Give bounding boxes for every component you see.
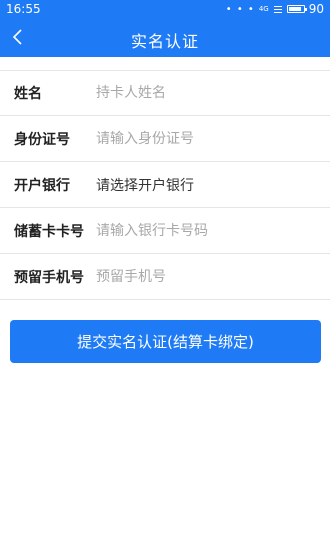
network-type: 4G bbox=[258, 5, 269, 13]
id-number-label: 身份证号 bbox=[14, 131, 70, 148]
card-number-input[interactable] bbox=[96, 215, 320, 246]
name-input[interactable] bbox=[96, 78, 320, 108]
page-title: 实名认证 bbox=[130, 32, 199, 51]
status-bar: 16:55 • • • 4G 90 bbox=[0, 0, 330, 18]
status-time: 16:55 bbox=[6, 2, 41, 16]
name-row: 姓名 bbox=[0, 70, 330, 116]
battery-icon bbox=[286, 5, 307, 13]
battery-level: 90 bbox=[308, 2, 324, 16]
bank-select[interactable]: 请选择开户银行 bbox=[96, 175, 194, 195]
phone-input[interactable] bbox=[96, 261, 320, 292]
name-label: 姓名 bbox=[14, 86, 42, 102]
status-indicators: • • • 4G 90 bbox=[226, 2, 324, 16]
submit-verification-button[interactable]: 提交实名认证(结算卡绑定) bbox=[10, 320, 321, 363]
phone-label: 预留手机号 bbox=[14, 269, 84, 286]
bank-label: 开户银行 bbox=[14, 177, 70, 194]
card-number-row: 储蓄卡卡号 bbox=[0, 208, 330, 254]
card-number-label: 储蓄卡卡号 bbox=[14, 223, 84, 240]
id-number-input[interactable] bbox=[96, 123, 320, 154]
verification-form: 姓名 身份证号 开户银行 请选择开户银行 储蓄卡卡号 预留手机号 bbox=[0, 70, 330, 300]
header: 16:55 • • • 4G 90 实名认证 bbox=[0, 0, 330, 57]
signal-bars-icon bbox=[273, 5, 283, 14]
signal-dots-icon: • • • bbox=[225, 3, 255, 15]
id-number-row: 身份证号 bbox=[0, 116, 330, 162]
battery-fill bbox=[288, 7, 302, 11]
navigation-bar: 实名认证 bbox=[0, 18, 330, 57]
phone-row: 预留手机号 bbox=[0, 254, 330, 300]
bank-row[interactable]: 开户银行 请选择开户银行 bbox=[0, 162, 330, 208]
